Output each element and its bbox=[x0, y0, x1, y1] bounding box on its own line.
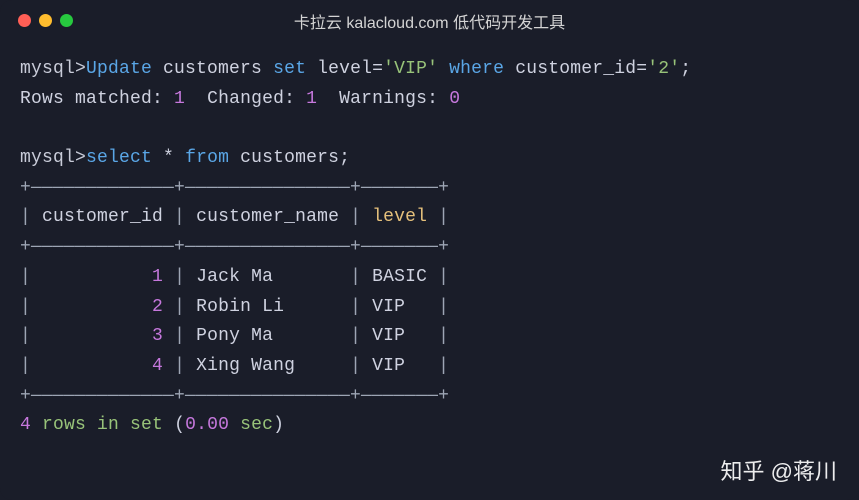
command-line-1: mysql>Update customers set level='VIP' w… bbox=[20, 55, 839, 85]
semicolon: ; bbox=[680, 59, 691, 79]
sql-column: customer_id= bbox=[515, 59, 647, 79]
table-border-top: +—————————————+———————————————+———————+ bbox=[20, 174, 839, 204]
terminal-window: 卡拉云 kalacloud.com 低代码开发工具 mysql>Update c… bbox=[0, 0, 859, 500]
table-header: level bbox=[361, 207, 438, 227]
result-label: Changed: bbox=[207, 89, 295, 109]
summary-line: 4 rows in set (0.00 sec) bbox=[20, 411, 839, 441]
sql-keyword: Update bbox=[86, 59, 152, 79]
summary-text: rows in set bbox=[42, 415, 163, 435]
table-row: | 1 | Jack Ma | BASIC | bbox=[20, 263, 839, 293]
terminal-content[interactable]: mysql>Update customers set level='VIP' w… bbox=[0, 37, 859, 459]
traffic-lights bbox=[18, 14, 73, 27]
pipe: | bbox=[174, 207, 185, 227]
titlebar: 卡拉云 kalacloud.com 低代码开发工具 bbox=[0, 0, 859, 37]
result-value: 1 bbox=[306, 89, 317, 109]
table-header: customer_name bbox=[185, 207, 350, 227]
sql-star: * bbox=[163, 148, 174, 168]
table-row: | 4 | Xing Wang | VIP | bbox=[20, 352, 839, 382]
summary-count: 4 bbox=[20, 415, 31, 435]
result-label: Rows matched: bbox=[20, 89, 163, 109]
close-button[interactable] bbox=[18, 14, 31, 27]
command-line-2: mysql>select * from customers; bbox=[20, 144, 839, 174]
result-value: 1 bbox=[174, 89, 185, 109]
summary-time: 0.00 bbox=[185, 415, 229, 435]
paren: ( bbox=[174, 415, 185, 435]
table-body: | 1 | Jack Ma | BASIC || 2 | Robin Li | … bbox=[20, 263, 839, 382]
table-row: | 2 | Robin Li | VIP | bbox=[20, 293, 839, 323]
table-border-mid: +—————————————+———————————————+———————+ bbox=[20, 233, 839, 263]
blank-line bbox=[20, 114, 839, 144]
table-header-row: | customer_id | customer_name | level | bbox=[20, 203, 839, 233]
maximize-button[interactable] bbox=[60, 14, 73, 27]
sql-table: customers bbox=[163, 59, 262, 79]
result-line-1: Rows matched: 1 Changed: 1 Warnings: 0 bbox=[20, 85, 839, 115]
sql-keyword: from bbox=[185, 148, 229, 168]
pipe: | bbox=[20, 207, 31, 227]
sql-string: 'VIP' bbox=[383, 59, 438, 79]
result-label: Warnings: bbox=[339, 89, 438, 109]
sql-keyword: where bbox=[449, 59, 504, 79]
result-value: 0 bbox=[449, 89, 460, 109]
semicolon: ; bbox=[339, 148, 350, 168]
table-row: | 3 | Pony Ma | VIP | bbox=[20, 322, 839, 352]
table-header: customer_id bbox=[31, 207, 174, 227]
prompt: mysql> bbox=[20, 148, 86, 168]
paren: ) bbox=[273, 415, 284, 435]
sql-table: customers bbox=[240, 148, 339, 168]
table-border-bot: +—————————————+———————————————+———————+ bbox=[20, 382, 839, 412]
watermark: 知乎 @蒋川 bbox=[721, 454, 837, 486]
sql-column: level= bbox=[317, 59, 383, 79]
window-title: 卡拉云 kalacloud.com 低代码开发工具 bbox=[294, 9, 565, 33]
minimize-button[interactable] bbox=[39, 14, 52, 27]
sql-keyword: select bbox=[86, 148, 152, 168]
prompt: mysql> bbox=[20, 59, 86, 79]
sql-keyword: set bbox=[273, 59, 306, 79]
summary-sec: sec bbox=[240, 415, 273, 435]
pipe: | bbox=[350, 207, 361, 227]
sql-string: '2' bbox=[647, 59, 680, 79]
pipe: | bbox=[438, 207, 449, 227]
